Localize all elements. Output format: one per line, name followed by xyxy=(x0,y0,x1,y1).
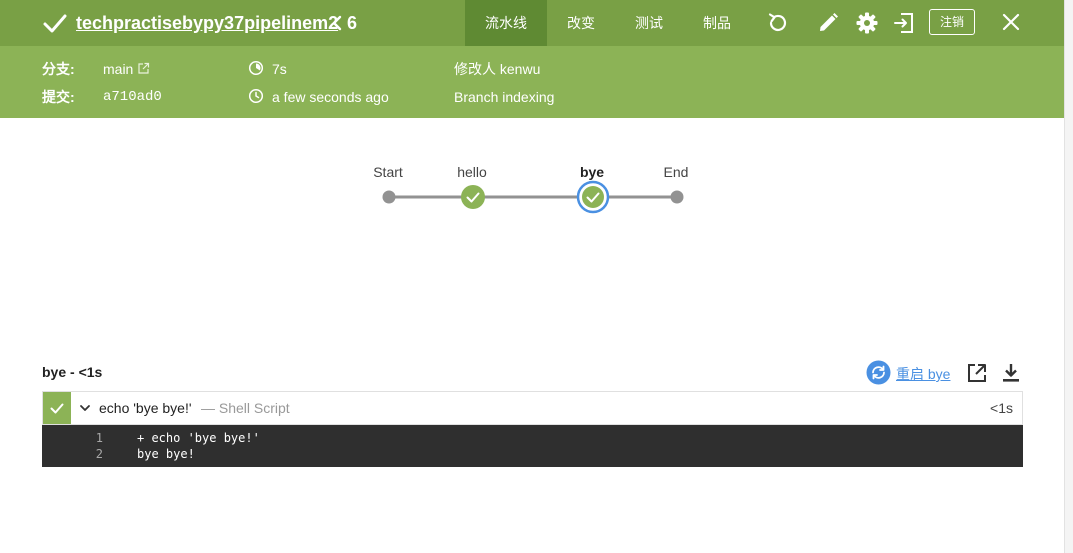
restart-icon[interactable] xyxy=(866,360,891,385)
check-icon xyxy=(43,14,67,33)
stage-node-bye[interactable] xyxy=(576,180,610,214)
pipeline-title-link[interactable]: techpractisebypy37pipelinem2 xyxy=(76,11,338,35)
step-panel-title: bye - <1s xyxy=(42,364,103,380)
check-icon xyxy=(50,403,64,414)
step-type: — Shell Script xyxy=(201,400,290,416)
gear-icon[interactable] xyxy=(855,11,879,35)
tab-pipeline[interactable]: 流水线 xyxy=(465,0,547,46)
run-number: 6 xyxy=(347,13,358,33)
close-icon[interactable] xyxy=(999,10,1023,34)
run-header: techpractisebypy37pipelinem2 6 流水线 改变 测试… xyxy=(0,0,1064,118)
log-line: 1 + echo 'bye bye!' xyxy=(42,430,1023,446)
run-cause: Branch indexing xyxy=(454,89,555,105)
exit-icon[interactable] xyxy=(892,11,916,35)
step-duration: <1s xyxy=(990,400,1013,416)
replay-icon[interactable] xyxy=(765,11,789,35)
stage-node-hello[interactable] xyxy=(461,185,485,209)
pipeline-graph-canvas xyxy=(382,180,684,214)
top-bar: techpractisebypy37pipelinem2 6 流水线 改变 测试… xyxy=(0,0,1064,46)
changed-by: 修改人 kenwu xyxy=(454,61,541,77)
commit-label: 提交: xyxy=(42,89,75,105)
step-log: 1 + echo 'bye bye!' 2 bye bye! xyxy=(42,425,1023,467)
pencil-icon[interactable] xyxy=(816,11,840,35)
tab-tests[interactable]: 测试 xyxy=(623,0,675,46)
log-line: 2 bye bye! xyxy=(42,446,1023,462)
branch-label: 分支: xyxy=(42,61,75,77)
step-row[interactable]: echo 'bye bye!' — Shell Script <1s xyxy=(42,391,1023,425)
branch-value[interactable]: main xyxy=(103,60,133,78)
log-line-number[interactable]: 1 xyxy=(42,430,103,446)
chevron-left-icon[interactable] xyxy=(330,14,344,32)
step-status-success xyxy=(43,392,71,424)
duration-value: 7s xyxy=(272,61,287,77)
clock-icon xyxy=(248,88,264,104)
commit-value: a710ad0 xyxy=(103,89,162,105)
download-icon[interactable] xyxy=(1000,362,1022,384)
chevron-down-icon[interactable] xyxy=(79,402,91,414)
open-in-new-window-icon[interactable] xyxy=(966,362,988,384)
restart-stage-link[interactable]: 重启 bye xyxy=(896,364,950,384)
time-ago: a few seconds ago xyxy=(272,89,389,105)
log-line-number[interactable]: 2 xyxy=(42,446,103,462)
external-link-icon[interactable] xyxy=(137,62,150,75)
stage-node-start xyxy=(382,190,396,204)
duration-icon xyxy=(248,60,264,76)
stage-node-end xyxy=(670,190,684,204)
log-line-text: + echo 'bye bye!' xyxy=(137,431,260,445)
pipeline-graph: Start hello bye End xyxy=(0,150,1064,230)
tab-changes[interactable]: 改变 xyxy=(555,0,607,46)
scrollbar-track xyxy=(1064,0,1073,553)
tab-artifacts[interactable]: 制品 xyxy=(691,0,743,46)
step-name: echo 'bye bye!' xyxy=(99,400,192,416)
logout-button[interactable]: 注销 xyxy=(929,9,975,35)
log-line-text: bye bye! xyxy=(137,447,195,461)
